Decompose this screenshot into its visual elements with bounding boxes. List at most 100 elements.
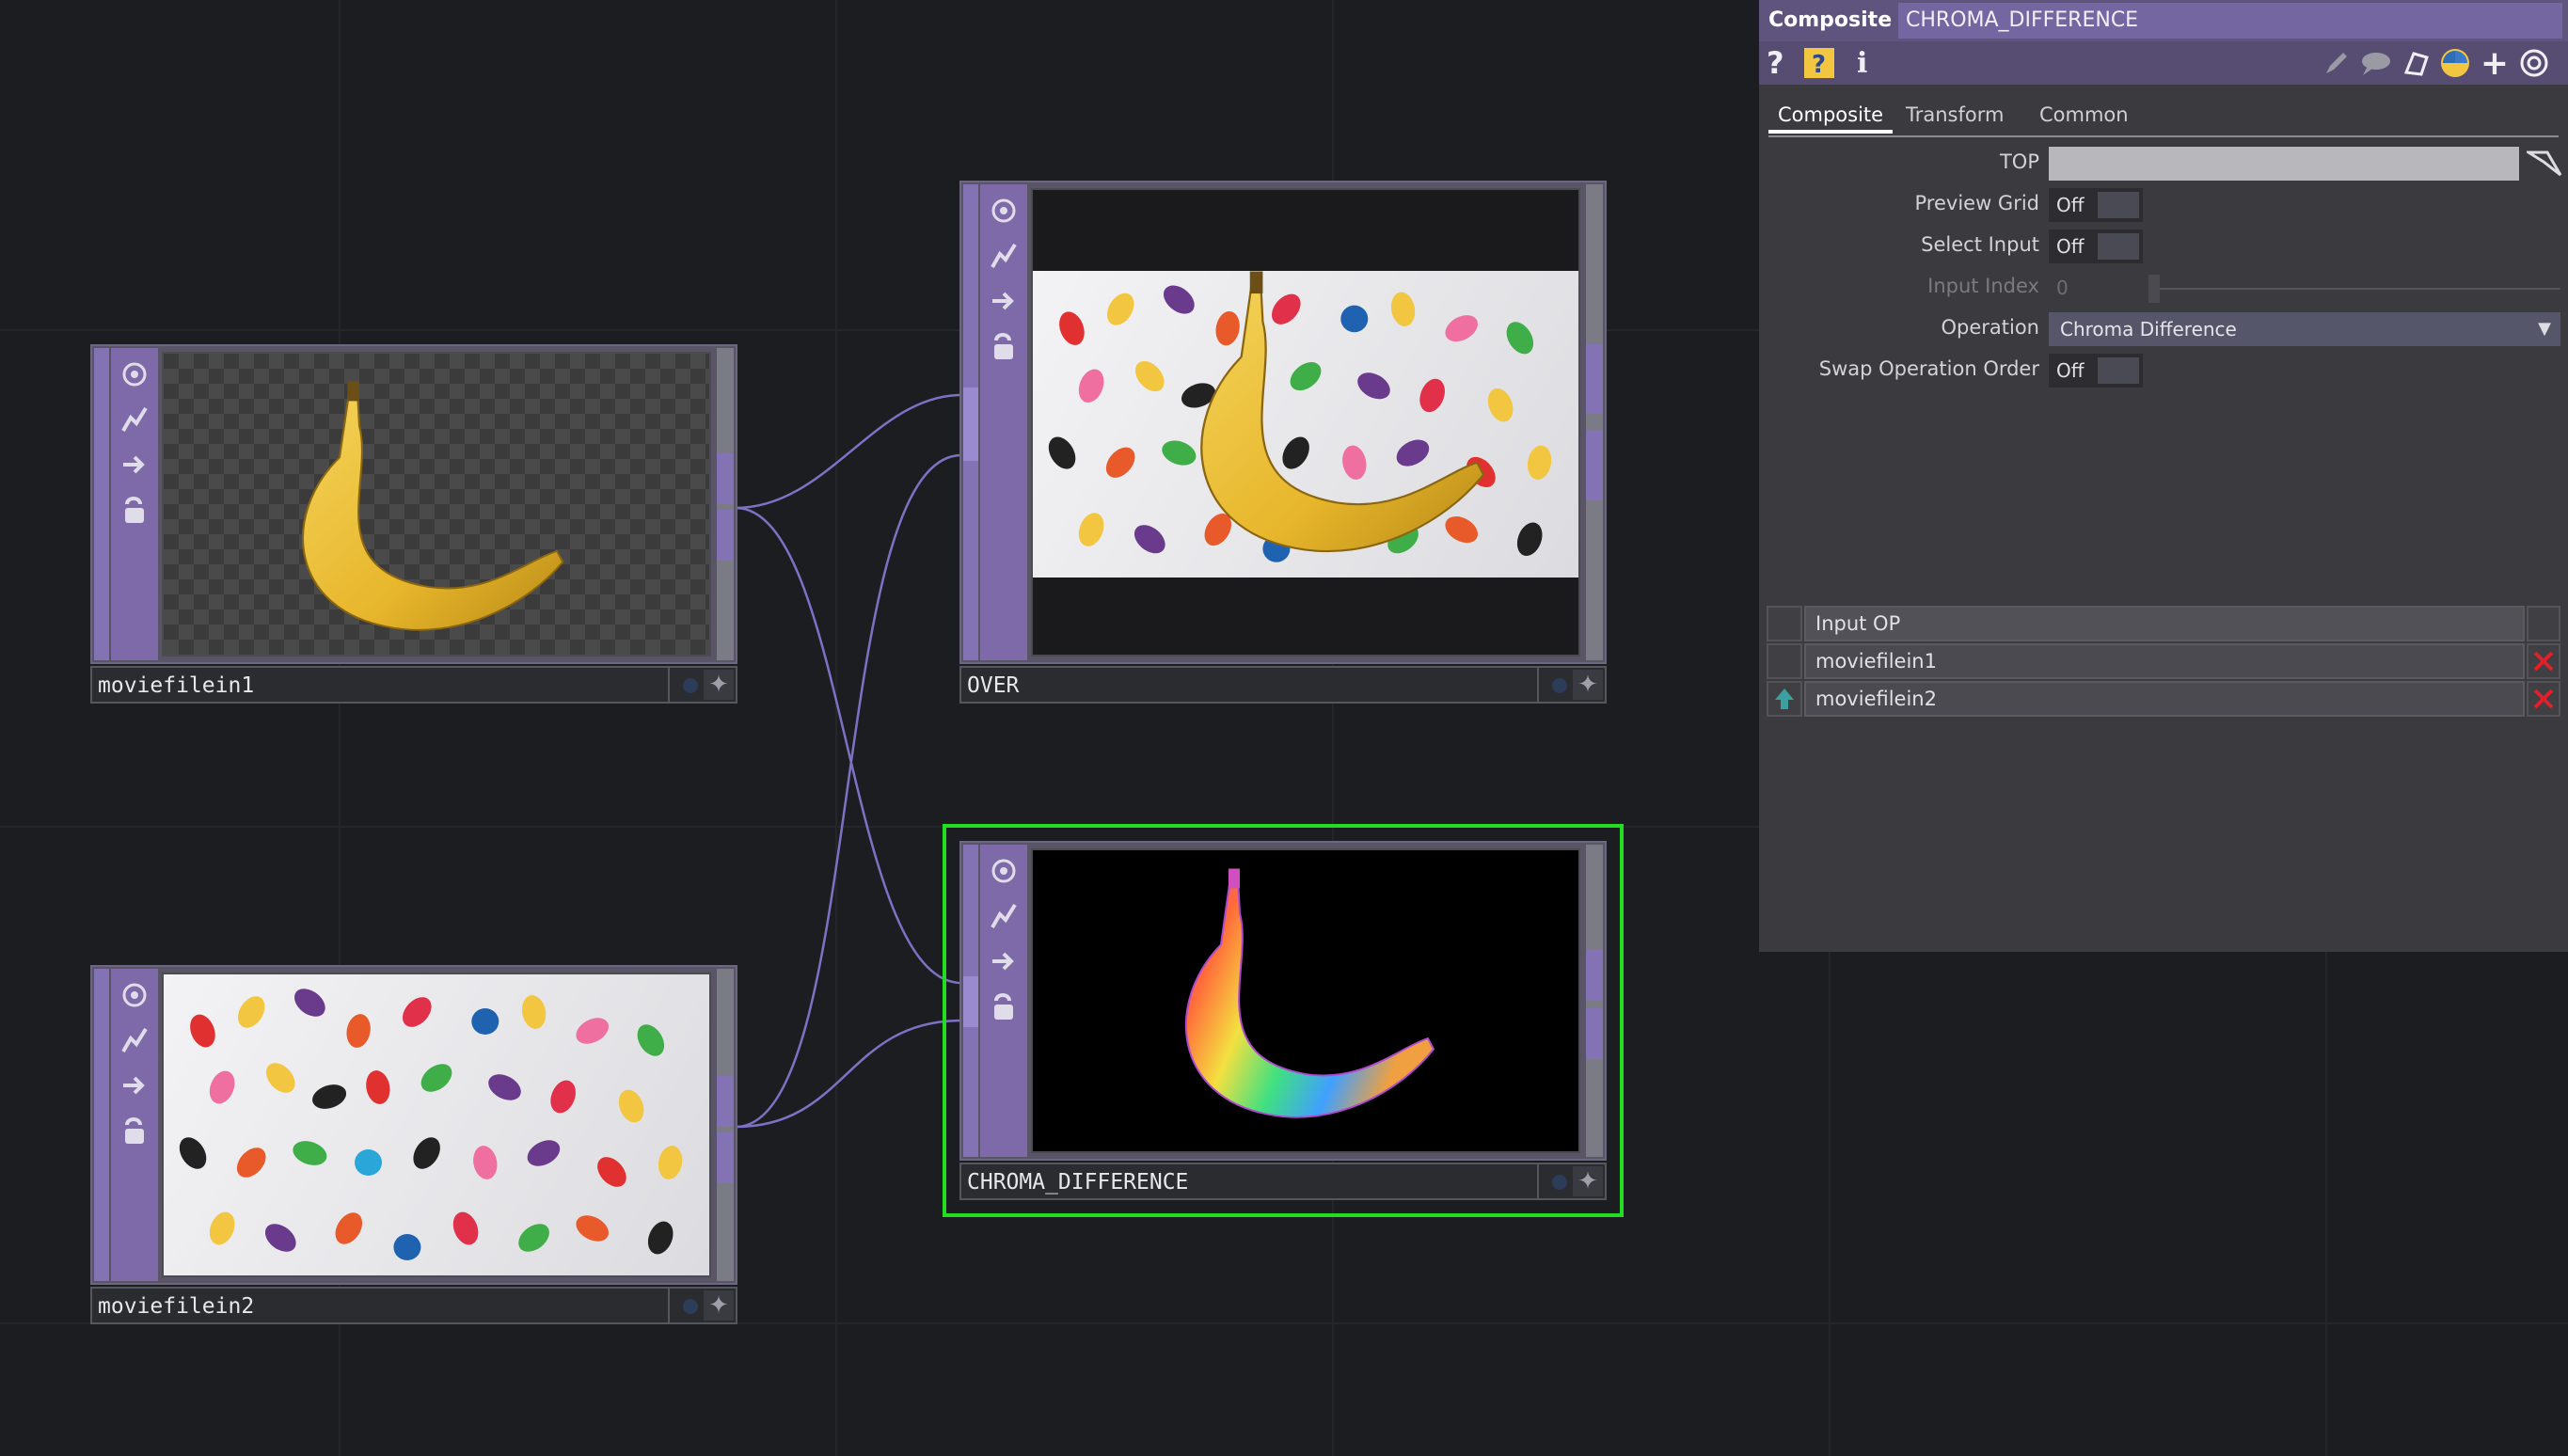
add-icon[interactable]: ✦ bbox=[704, 1290, 734, 1321]
output-connector[interactable] bbox=[717, 453, 734, 504]
python-icon[interactable] bbox=[2438, 45, 2472, 81]
add-icon[interactable]: ✦ bbox=[704, 670, 734, 700]
display-flag-icon[interactable] bbox=[1552, 678, 1567, 693]
node-name-bar[interactable]: CHROMA_DIFFERENCE ✦ bbox=[959, 1163, 1607, 1200]
select-input-toggle[interactable]: Off bbox=[2049, 229, 2143, 263]
output-connector[interactable] bbox=[717, 1132, 734, 1183]
input-op-field[interactable]: moviefilein1 bbox=[1804, 643, 2525, 679]
svg-text:?: ? bbox=[1812, 51, 1826, 79]
top-field[interactable] bbox=[2049, 147, 2519, 181]
node-name-bar[interactable]: moviefilein1 ✦ bbox=[90, 666, 737, 704]
delete-icon[interactable] bbox=[2527, 643, 2560, 679]
param-label: Preview Grid bbox=[1914, 192, 2040, 214]
param-label: TOP bbox=[1999, 150, 2039, 173]
viewer-icon[interactable] bbox=[985, 852, 1022, 890]
help-icon[interactable]: ? bbox=[1767, 45, 1784, 81]
python-help-icon[interactable]: ? bbox=[1802, 45, 1836, 81]
output-connector[interactable] bbox=[717, 510, 734, 561]
divider bbox=[668, 668, 670, 702]
display-flag-icon[interactable] bbox=[1552, 1175, 1567, 1190]
cook-arrow-icon[interactable] bbox=[116, 1067, 153, 1104]
node-name-bar[interactable]: OVER ✦ bbox=[959, 666, 1607, 704]
input-index-slider[interactable]: 0 bbox=[2049, 271, 2560, 305]
lock-icon[interactable] bbox=[116, 1112, 153, 1149]
toggle-switch[interactable] bbox=[2098, 233, 2139, 260]
node-moviefilein2[interactable]: moviefilein2 ✦ bbox=[90, 965, 737, 1324]
toggle-value: Off bbox=[2056, 359, 2085, 382]
bypass-icon[interactable] bbox=[985, 897, 1022, 935]
composite-image bbox=[1042, 270, 1555, 562]
node-viewer[interactable] bbox=[162, 973, 711, 1277]
operation-dropdown[interactable]: Chroma Difference ▼ bbox=[2049, 312, 2560, 346]
wire-moviefilein2-to-chroma[interactable] bbox=[735, 1019, 962, 1129]
param-label: Swap Operation Order bbox=[1818, 357, 2039, 380]
input-connector-bar[interactable] bbox=[94, 969, 109, 1281]
input-connector-bar[interactable] bbox=[94, 348, 109, 660]
lock-icon[interactable] bbox=[985, 327, 1022, 365]
output-connector[interactable] bbox=[717, 1076, 734, 1127]
node-name: moviefilein1 bbox=[98, 673, 255, 698]
param-swap-operation-order: Swap Operation Order Off bbox=[1759, 350, 2568, 388]
add-icon[interactable]: + bbox=[2478, 44, 2512, 83]
output-connector[interactable] bbox=[1586, 431, 1603, 500]
cook-arrow-icon[interactable] bbox=[985, 282, 1022, 320]
tab-composite[interactable]: Composite bbox=[1768, 100, 1894, 134]
display-flag-icon[interactable] bbox=[683, 678, 698, 693]
slider-handle[interactable] bbox=[2148, 275, 2160, 303]
node-over[interactable]: OVER ✦ bbox=[959, 181, 1607, 704]
lock-icon[interactable] bbox=[985, 988, 1022, 1025]
param-input-index: Input Index 0 bbox=[1759, 267, 2568, 305]
wire-moviefilein1-to-over[interactable] bbox=[735, 393, 962, 510]
edit-icon[interactable] bbox=[2320, 45, 2354, 81]
move-up-icon[interactable] bbox=[1767, 681, 1802, 717]
display-flag-icon[interactable] bbox=[683, 1299, 698, 1314]
tab-transform[interactable]: Transform bbox=[1896, 100, 2013, 134]
input-op-field[interactable]: moviefilein2 bbox=[1804, 681, 2525, 717]
input-connector[interactable] bbox=[963, 388, 978, 461]
delete-icon[interactable] bbox=[2527, 681, 2560, 717]
divider bbox=[668, 1289, 670, 1322]
cook-arrow-icon[interactable] bbox=[985, 942, 1022, 980]
chroma-difference-image bbox=[1184, 867, 1435, 1118]
toggle-switch[interactable] bbox=[2098, 357, 2139, 384]
node-viewer[interactable] bbox=[1031, 848, 1580, 1153]
cook-arrow-icon[interactable] bbox=[116, 446, 153, 483]
output-connector[interactable] bbox=[1586, 1008, 1603, 1059]
output-connector[interactable] bbox=[1586, 344, 1603, 414]
node-name-bar[interactable]: moviefilein2 ✦ bbox=[90, 1287, 737, 1324]
node-moviefilein1[interactable]: moviefilein1 ✦ bbox=[90, 344, 737, 704]
input-connector[interactable] bbox=[963, 976, 978, 1027]
wire-moviefilein2-to-over[interactable] bbox=[735, 453, 962, 1129]
viewer-icon[interactable] bbox=[985, 192, 1022, 229]
output-connector[interactable] bbox=[1586, 950, 1603, 1001]
bypass-icon[interactable] bbox=[116, 401, 153, 438]
lock-icon[interactable] bbox=[116, 491, 153, 529]
info-icon[interactable]: i bbox=[1857, 45, 1867, 81]
banana-image bbox=[301, 380, 564, 631]
toggle-switch[interactable] bbox=[2098, 192, 2139, 218]
tab-common[interactable]: Common bbox=[2030, 100, 2138, 134]
preview-grid-toggle[interactable]: Off bbox=[2049, 188, 2143, 222]
param-top: TOP bbox=[1759, 143, 2568, 181]
param-label: Input Index bbox=[1927, 275, 2039, 297]
bypass-icon[interactable] bbox=[116, 1021, 153, 1059]
swap-operation-order-toggle[interactable]: Off bbox=[2049, 354, 2143, 388]
node-viewer[interactable] bbox=[162, 352, 711, 657]
add-icon[interactable]: ✦ bbox=[1573, 1166, 1603, 1196]
node-chroma-difference[interactable]: CHROMA_DIFFERENCE ✦ bbox=[959, 841, 1607, 1200]
operator-name-field[interactable]: CHROMA_DIFFERENCE bbox=[1898, 3, 2562, 39]
target-icon[interactable] bbox=[2517, 45, 2551, 81]
output-connector-bar bbox=[1586, 184, 1603, 660]
viewer-icon[interactable] bbox=[116, 976, 153, 1014]
drop-target-icon[interactable] bbox=[2527, 149, 2564, 179]
comment-icon[interactable] bbox=[2357, 45, 2395, 81]
node-name: OVER bbox=[967, 673, 1020, 698]
output-connector-bar bbox=[1586, 845, 1603, 1157]
viewer-icon[interactable] bbox=[116, 356, 153, 393]
wire-moviefilein1-to-chroma[interactable] bbox=[735, 506, 962, 985]
node-viewer[interactable] bbox=[1031, 188, 1580, 657]
bypass-icon[interactable] bbox=[985, 237, 1022, 275]
clear-icon[interactable] bbox=[2399, 45, 2433, 81]
add-icon[interactable]: ✦ bbox=[1573, 670, 1603, 700]
panel-toolbar: ? ? i + bbox=[1759, 41, 2568, 85]
